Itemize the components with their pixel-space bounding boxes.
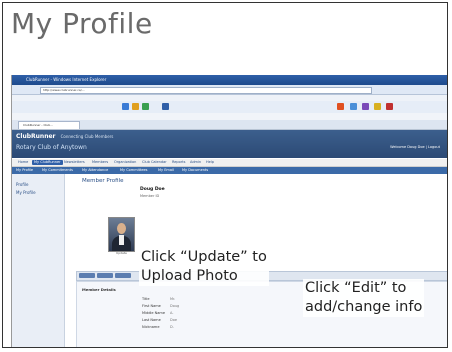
- address-text: http://www.clubrunner.ca/...: [43, 88, 85, 92]
- sidebar-item-profile[interactable]: Profile: [16, 182, 28, 187]
- browser-tabbar: ClubRunner - Club...: [12, 120, 447, 130]
- nav-admin[interactable]: Admin: [188, 160, 203, 165]
- print-icon[interactable]: [350, 103, 357, 110]
- tools-icon[interactable]: [374, 103, 381, 110]
- detail-value-nickname: D.: [170, 325, 174, 329]
- facebook-icon[interactable]: [162, 103, 169, 110]
- subnav-my-committees[interactable]: My Committees: [120, 168, 147, 172]
- nav-home[interactable]: Home: [16, 160, 30, 165]
- toolbar-tab-2[interactable]: [97, 273, 113, 278]
- slide-title: My Profile: [11, 7, 153, 40]
- subnav-my-attendance[interactable]: My Attendance: [82, 168, 108, 172]
- browser-tab[interactable]: ClubRunner - Club...: [18, 121, 80, 129]
- update-callout: Click “Update” to Upload Photo: [139, 248, 269, 286]
- subnav-my-documents[interactable]: My Documents: [182, 168, 208, 172]
- sub-nav: My Profile My Commitments My Attendance …: [12, 167, 447, 174]
- nav-members[interactable]: Members: [90, 160, 110, 165]
- detail-value-middle-name: A.: [170, 311, 174, 315]
- nav-my-clubrunner[interactable]: My ClubRunner: [32, 160, 63, 165]
- subnav-my-commitments[interactable]: My Commitments: [42, 168, 73, 172]
- address-bar: http://www.clubrunner.ca/...: [12, 85, 447, 95]
- detail-label-first-name: First Name: [142, 304, 161, 308]
- detail-label-last-name: Last Name: [142, 318, 161, 322]
- nav-organization[interactable]: Organization: [112, 160, 138, 165]
- refresh-icon[interactable]: [142, 103, 149, 110]
- nav-reports[interactable]: Reports: [170, 160, 187, 165]
- subnav-my-email[interactable]: My Email: [158, 168, 174, 172]
- detail-label-title: Title: [142, 297, 150, 301]
- toolbar-tab-1[interactable]: [79, 273, 95, 278]
- edit-callout-line2: add/change info: [305, 299, 423, 315]
- sidebar-item-my-profile[interactable]: My Profile: [16, 190, 36, 195]
- photo-face: [117, 223, 126, 234]
- update-photo-link[interactable]: Update: [116, 251, 127, 255]
- browser-titlebar: ClubRunner - Windows Internet Explorer: [12, 75, 447, 85]
- member-id: Member ID: [140, 194, 160, 198]
- favorites-icon[interactable]: [132, 103, 139, 110]
- home-icon[interactable]: [337, 103, 344, 110]
- browser-title: ClubRunner - Windows Internet Explorer: [26, 77, 107, 82]
- nav-club-calendar[interactable]: Club Calendar: [140, 160, 169, 165]
- site-nav: Home My ClubRunner Newsletters Members O…: [12, 159, 447, 167]
- brand-tagline: Connecting Club Members: [60, 134, 114, 139]
- slide-frame: My Profile ClubRunner - Windows Internet…: [2, 2, 448, 348]
- detail-value-last-name: Doe: [170, 318, 177, 322]
- profile-photo[interactable]: [108, 217, 135, 252]
- member-profile-heading: Member Profile: [82, 178, 124, 184]
- page-icon[interactable]: [362, 103, 369, 110]
- detail-value-title: Mr.: [170, 297, 176, 301]
- update-callout-line1: Click “Update” to: [141, 249, 267, 265]
- detail-value-first-name: Doug: [170, 304, 180, 308]
- back-icon[interactable]: [122, 103, 129, 110]
- nav-newsletters[interactable]: Newsletters: [62, 160, 87, 165]
- site-brand[interactable]: ClubRunner Connecting Club Members: [16, 133, 113, 140]
- welcome-text[interactable]: Welcome Doug Doe | Logout: [390, 145, 440, 149]
- detail-label-nickname: Nickname: [142, 325, 160, 329]
- edit-callout: Click “Edit” to add/change info: [303, 279, 425, 317]
- photo-shirt: [119, 235, 124, 245]
- star-icon[interactable]: [386, 103, 393, 110]
- edit-callout-line1: Click “Edit” to: [305, 280, 407, 296]
- address-input[interactable]: http://www.clubrunner.ca/...: [40, 87, 372, 94]
- update-callout-line2: Upload Photo: [141, 268, 238, 284]
- member-details-heading: Member Details: [82, 287, 116, 292]
- tab-label: ClubRunner - Club...: [23, 123, 54, 127]
- subnav-my-profile[interactable]: My Profile: [16, 168, 33, 172]
- member-name: Doug Doe: [140, 187, 165, 192]
- site-banner: ClubRunner Connecting Club Members Rotar…: [12, 130, 447, 158]
- brand-name: ClubRunner: [16, 133, 56, 140]
- club-name: Rotary Club of Anytown: [16, 144, 87, 151]
- nav-help[interactable]: Help: [204, 160, 216, 165]
- toolbar-tab-3[interactable]: [115, 273, 131, 278]
- detail-label-middle-name: Middle Name: [142, 311, 165, 315]
- left-sidebar: Profile My Profile: [12, 174, 65, 347]
